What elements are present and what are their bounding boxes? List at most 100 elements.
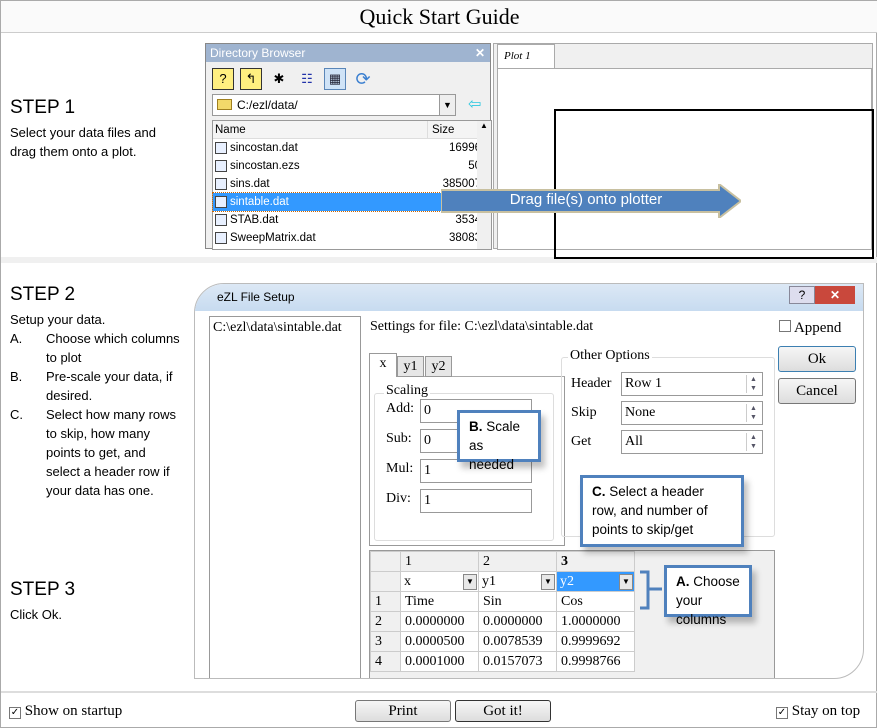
file-row[interactable]: SweepMatrix.dat 38083 bbox=[213, 229, 491, 247]
step-2-intro: Setup your data. bbox=[10, 312, 106, 327]
tab-y2[interactable]: y2 bbox=[425, 356, 452, 377]
scaling-input[interactable]: 1 bbox=[420, 489, 532, 513]
file-name: SweepMatrix.dat bbox=[230, 232, 316, 244]
directory-browser-title: Directory Browser bbox=[210, 46, 306, 60]
spinner-arrows-icon[interactable]: ▲ ▼ bbox=[746, 375, 760, 393]
column-header-name[interactable]: Name bbox=[215, 121, 427, 138]
file-list-item[interactable]: C:\ezl\data\sintable.dat bbox=[213, 320, 357, 336]
column-assign-dropdown[interactable]: x ▼ bbox=[400, 571, 479, 592]
column-assign-value: y2 bbox=[560, 573, 574, 589]
cancel-button[interactable]: Cancel bbox=[778, 378, 856, 404]
folder-icon bbox=[217, 99, 232, 110]
tab-x[interactable]: x bbox=[369, 353, 397, 377]
column-assign-dropdown[interactable]: y1 ▼ bbox=[478, 571, 557, 592]
grid-corner bbox=[370, 571, 401, 592]
list-view-icon[interactable]: ☷ bbox=[296, 68, 318, 90]
stay-on-top-check[interactable]: ✓ bbox=[776, 707, 788, 719]
item-letter: B. bbox=[10, 369, 23, 384]
stay-on-top-checkbox[interactable]: ✓ Stay on top bbox=[776, 703, 860, 720]
step-2: STEP 2 Setup your data. A. Choose which c… bbox=[10, 284, 182, 500]
got-it-button[interactable]: Got it! bbox=[455, 700, 551, 722]
file-size: 50 bbox=[468, 160, 481, 172]
column-assign-value: y1 bbox=[482, 573, 496, 589]
option-spinner[interactable]: Row 1 ▲ ▼ bbox=[621, 372, 763, 396]
show-on-startup-label: Show on startup bbox=[24, 703, 123, 719]
table-cell: Cos bbox=[556, 591, 635, 612]
option-label: Get bbox=[571, 434, 592, 449]
column-assign-dropdown[interactable]: y2 ▼ bbox=[556, 571, 635, 592]
settings-label: Settings for file: C:\ezl\data\sintable.… bbox=[370, 319, 594, 334]
table-row: 4 0.0001000 0.0157073 0.9998766 bbox=[370, 651, 635, 672]
item-text: Pre-scale your data, if desired. bbox=[46, 369, 173, 403]
help-folder-icon[interactable]: ? bbox=[212, 68, 234, 90]
close-icon[interactable]: ✕ bbox=[475, 44, 485, 62]
show-on-startup-check[interactable]: ✓ bbox=[9, 707, 21, 719]
dialog-title: eZL File Setup bbox=[217, 290, 295, 304]
path-dropdown[interactable]: C:/ezl/data/ ▼ bbox=[212, 94, 456, 116]
column-assign-value: x bbox=[404, 573, 411, 589]
row-number: 2 bbox=[370, 611, 401, 632]
file-list-panel: C:\ezl\data\sintable.dat bbox=[209, 316, 361, 678]
back-arrow-icon[interactable]: ⇦ bbox=[468, 94, 481, 114]
step-2-item: B. Pre-scale your data, if desired. bbox=[10, 367, 182, 405]
tab-y1[interactable]: y1 bbox=[397, 356, 424, 377]
print-button[interactable]: Print bbox=[355, 700, 451, 722]
chevron-down-icon[interactable]: ▼ bbox=[463, 574, 477, 590]
new-folder-icon[interactable]: ✱ bbox=[268, 68, 290, 90]
item-letter: C. bbox=[10, 407, 23, 422]
file-row[interactable]: sincostan.ezs 50 bbox=[213, 157, 491, 175]
scaling-label: Scaling bbox=[384, 383, 430, 399]
callout-a: A. Choose your columns bbox=[664, 565, 752, 627]
table-cell: 0.0000500 bbox=[400, 631, 479, 652]
file-name: sins.dat bbox=[230, 178, 270, 190]
spinner-arrows-icon[interactable]: ▲ ▼ bbox=[746, 433, 760, 451]
append-checkbox[interactable]: Append bbox=[779, 320, 841, 337]
append-check[interactable] bbox=[779, 320, 791, 332]
details-view-icon[interactable]: ▦ bbox=[324, 68, 346, 90]
show-on-startup-checkbox[interactable]: ✓ Show on startup bbox=[9, 703, 122, 720]
file-size: 38083 bbox=[449, 232, 481, 244]
option-label: Skip bbox=[571, 405, 597, 420]
option-spinner[interactable]: None ▲ ▼ bbox=[621, 401, 763, 425]
step-2-item: A. Choose which columns to plot bbox=[10, 329, 182, 367]
file-icon bbox=[215, 196, 227, 208]
append-label: Append bbox=[793, 320, 842, 336]
up-folder-icon[interactable]: ↰ bbox=[240, 68, 262, 90]
column-number: 1 bbox=[400, 551, 479, 572]
step-1-text: Select your data files and drag them ont… bbox=[10, 125, 156, 159]
option-spinner[interactable]: All ▲ ▼ bbox=[621, 430, 763, 454]
directory-browser: Directory Browser ✕ ? ↰ ✱ ☷ ▦ ⟳ C:/ezl/da… bbox=[205, 43, 492, 250]
table-cell: 0.9998766 bbox=[556, 651, 635, 672]
file-size: 16996 bbox=[449, 142, 481, 154]
tab-plot-1[interactable]: Plot 1 bbox=[497, 44, 555, 68]
step-3: STEP 3 Click Ok. bbox=[10, 579, 182, 624]
callout-text: Select a header row, and number of point… bbox=[592, 484, 708, 537]
step-3-heading: STEP 3 bbox=[10, 579, 76, 600]
file-icon bbox=[215, 232, 227, 244]
callout-letter: A. bbox=[676, 574, 690, 589]
item-letter: A. bbox=[10, 331, 23, 346]
file-name: sincostan.ezs bbox=[230, 160, 300, 172]
row-number: 3 bbox=[370, 631, 401, 652]
refresh-icon[interactable]: ⟳ bbox=[352, 68, 374, 90]
other-options-label: Other Options bbox=[568, 348, 652, 364]
chevron-down-icon[interactable]: ▼ bbox=[439, 95, 455, 115]
callout-b: B. Scale as needed bbox=[457, 410, 541, 472]
scaling-label-item: Mul: bbox=[386, 461, 414, 476]
ok-button[interactable]: Ok bbox=[778, 346, 856, 372]
option-value: All bbox=[625, 434, 643, 449]
table-cell: 0.9999692 bbox=[556, 631, 635, 652]
scaling-label-item: Div: bbox=[386, 491, 411, 506]
table-cell: 0.0001000 bbox=[400, 651, 479, 672]
page-title: Quick Start Guide bbox=[1, 1, 877, 33]
stay-on-top-label: Stay on top bbox=[791, 703, 861, 719]
chevron-down-icon[interactable]: ▼ bbox=[619, 574, 633, 590]
chevron-down-icon[interactable]: ▼ bbox=[541, 574, 555, 590]
spinner-arrows-icon[interactable]: ▲ ▼ bbox=[746, 404, 760, 422]
file-row[interactable]: sincostan.dat 16996 bbox=[213, 139, 491, 157]
divider bbox=[1, 691, 877, 693]
plot-area bbox=[497, 68, 874, 259]
item-text: Choose which columns to plot bbox=[46, 331, 180, 365]
column-header-size[interactable]: Size bbox=[427, 121, 481, 138]
item-text: Select how many rows to skip, how many p… bbox=[46, 407, 177, 498]
